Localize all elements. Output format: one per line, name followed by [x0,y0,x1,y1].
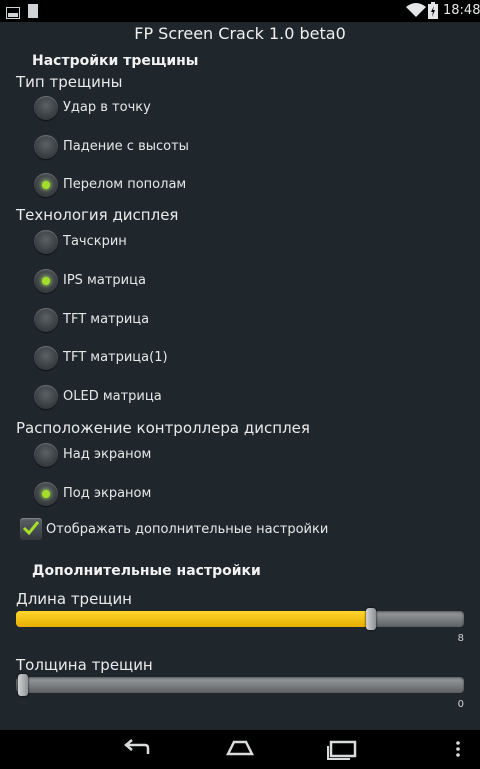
selected-dot-icon [42,277,50,285]
back-icon[interactable] [118,736,158,764]
radio-tft-1[interactable]: TFT матрица(1) [34,344,334,374]
image-notification-icon [6,4,20,23]
radio-label: OLED матрица [63,389,162,404]
radio-icon[interactable] [34,346,58,370]
radio-label: Под экраном [63,486,152,501]
status-bar: 18:48 [0,0,480,22]
radio-label: Над экраном [63,447,152,462]
crack-thickness-value: 0 [457,699,464,710]
radio-icon[interactable] [34,230,58,254]
battery-icon [428,2,438,23]
radio-icon[interactable] [34,482,58,506]
radio-crack-point[interactable]: Удар в точку [34,94,334,124]
radio-label: Перелом пополам [63,177,187,192]
controller-position-label: Расположение контроллера дисплея [16,419,310,437]
radio-label: TFT матрица [63,312,150,327]
display-tech-label: Технология дисплея [16,206,179,224]
selected-dot-icon [42,181,50,189]
sd-card-icon [28,3,38,22]
radio-crack-break[interactable]: Перелом пополам [34,171,334,201]
radio-icon[interactable] [34,443,58,467]
app-title: FP Screen Crack 1.0 beta0 [134,24,346,43]
radio-above-screen[interactable]: Над экраном [34,441,334,471]
show-extra-checkbox-row[interactable]: Отображать дополнительные настройки [20,518,420,544]
status-time: 18:48 [443,3,480,18]
crack-length-slider-thumb[interactable] [365,608,376,630]
radio-tft[interactable]: TFT матрица [34,306,334,336]
checkmark-icon [22,521,40,536]
wifi-icon [406,3,426,22]
crack-thickness-slider[interactable] [16,677,464,693]
home-icon[interactable] [220,736,260,764]
crack-length-slider[interactable] [16,611,464,627]
show-extra-checkbox[interactable] [20,518,42,540]
radio-crack-fall[interactable]: Падение с высоты [34,133,334,163]
navigation-bar [0,730,480,769]
radio-icon[interactable] [34,96,58,120]
radio-label: TFT матрица(1) [63,350,168,365]
radio-below-screen[interactable]: Под экраном [34,480,334,510]
radio-icon[interactable] [34,308,58,332]
radio-oled[interactable]: OLED матрица [34,383,334,413]
recents-icon[interactable] [322,736,362,764]
radio-icon[interactable] [34,173,58,197]
radio-icon[interactable] [34,269,58,293]
crack-thickness-label: Толщина трещин [16,656,153,674]
show-extra-label: Отображать дополнительные настройки [46,522,329,537]
crack-length-label: Длина трещин [16,590,132,608]
overflow-menu-icon[interactable] [448,736,468,764]
radio-label: IPS матрица [63,273,146,288]
selected-dot-icon [42,490,50,498]
radio-label: Падение с высоты [63,139,189,154]
crack-type-label: Тип трещины [16,73,123,91]
extra-settings-title: Дополнительные настройки [32,563,261,579]
slider-fill [16,611,370,627]
crack-length-value: 8 [457,633,464,644]
radio-touchscreen[interactable]: Тачскрин [34,228,334,258]
radio-icon[interactable] [34,385,58,409]
radio-icon[interactable] [34,135,58,159]
settings-content: Настройки трещины Тип трещины Удар в точ… [0,46,480,730]
radio-label: Удар в точку [63,100,151,115]
radio-label: Тачскрин [63,234,127,249]
crack-settings-title: Настройки трещины [32,53,199,69]
radio-ips[interactable]: IPS матрица [34,267,334,297]
crack-thickness-slider-thumb[interactable] [18,674,28,696]
